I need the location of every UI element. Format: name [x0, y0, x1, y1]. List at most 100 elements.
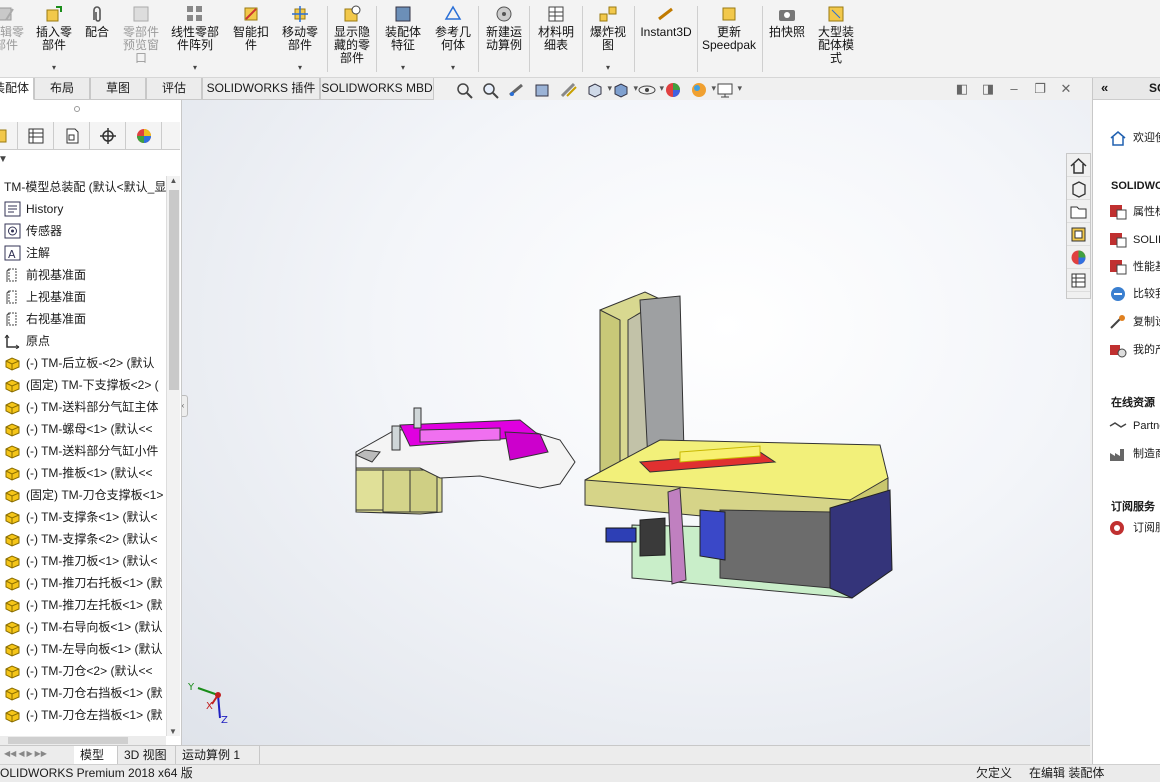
move-component-button[interactable]: 移动零 部件 ▾ [277, 4, 323, 76]
tile-right-icon[interactable]: ◨ [981, 82, 995, 96]
manufacturer-link[interactable]: 制造商 [1109, 444, 1160, 464]
tab-display-manager[interactable] [126, 122, 162, 150]
tab-sketch[interactable]: 草图 [90, 78, 146, 100]
tree-item[interactable]: (-) TM-刀仓左挡板<1> (默 [0, 704, 166, 726]
tree-item[interactable]: (-) TM-刀仓右挡板<1> (默 [0, 682, 166, 704]
home-icon[interactable] [1067, 154, 1090, 177]
chevron-down-icon[interactable]: ▾ [298, 63, 302, 72]
assembly-features-button[interactable]: 装配体 特征 ▾ [380, 4, 426, 76]
tree-item[interactable]: A 注解 [0, 242, 166, 264]
tab-assembly[interactable]: 装配体 [0, 78, 34, 100]
tree-item[interactable]: (-) TM-刀仓<2> (默认<< [0, 660, 166, 682]
tree-item[interactable]: 右视基准面 [0, 308, 166, 330]
chevron-down-icon[interactable]: ▾ [193, 63, 197, 72]
chevron-down-icon[interactable]: ▾ [401, 63, 405, 72]
previous-view-icon[interactable] [507, 81, 527, 99]
last-tab-icon[interactable]: ▶▶ [35, 749, 47, 758]
tab-evaluate[interactable]: 评估 [146, 78, 202, 100]
tree-vertical-scrollbar[interactable]: ▲ ▼ [166, 176, 180, 736]
scroll-thumb[interactable] [169, 190, 179, 390]
view-palette-icon[interactable] [1067, 223, 1090, 246]
chevron-down-icon[interactable]: ▾ [451, 63, 455, 72]
tree-item[interactable]: (-) TM-螺母<1> (默认<< [0, 418, 166, 440]
bill-of-materials-button[interactable]: 材料明 细表 [533, 4, 579, 76]
scroll-down-icon[interactable]: ▼ [169, 727, 177, 736]
tree-item[interactable]: (-) TM-右导向板<1> (默认 [0, 616, 166, 638]
take-snapshot-button[interactable]: 拍快照 [765, 4, 809, 76]
tree-root-assembly[interactable]: TM-模型总装配 (默认<默认_显 [0, 176, 166, 198]
tree-item[interactable]: 原点 [0, 330, 166, 352]
exploded-view-button[interactable]: 爆炸视 图 ▾ [585, 4, 631, 76]
section-view-icon[interactable] [533, 81, 553, 99]
tree-horizontal-scrollbar[interactable] [0, 736, 166, 745]
hide-show-items-icon[interactable] [637, 81, 664, 99]
tree-item[interactable]: (-) TM-推刀左托板<1> (默 [0, 594, 166, 616]
welcome-link[interactable]: 欢迎使 [1109, 128, 1160, 148]
first-tab-icon[interactable]: ◀◀ [4, 749, 16, 758]
tile-left-icon[interactable]: ◧ [955, 82, 969, 96]
subscription-link[interactable]: 订阅服 [1109, 518, 1160, 538]
tab-solidworks-mbd[interactable]: SOLIDWORKS MBD [320, 78, 434, 100]
view-settings-icon[interactable] [715, 81, 742, 99]
tool-link-3[interactable]: 性能基 [1109, 257, 1160, 277]
linear-pattern-button[interactable]: 线性零部 件阵列 ▾ [166, 4, 224, 76]
tree-filter-row[interactable]: ▼ [0, 152, 180, 172]
edit-appearance-icon[interactable] [663, 81, 683, 99]
panel-splitter-handle[interactable] [74, 106, 80, 112]
tree-item[interactable]: (-) TM-推刀板<1> (默认< [0, 550, 166, 572]
tool-link-5[interactable]: 复制设 [1109, 312, 1160, 332]
tree-item[interactable]: (-) TM-左导向板<1> (默认 [0, 638, 166, 660]
tree-item[interactable]: (-) TM-后立板-<2> (默认 [0, 352, 166, 374]
zoom-to-fit-icon[interactable] [455, 81, 475, 99]
collapse-task-pane-icon[interactable]: « [1101, 80, 1108, 95]
tab-solidworks-addins[interactable]: SOLIDWORKS 插件 [202, 78, 320, 100]
minimize-icon[interactable]: – [1007, 82, 1021, 96]
new-motion-study-button[interactable]: 新建运 动算例 [481, 4, 527, 76]
file-explorer-icon[interactable] [1067, 200, 1090, 223]
filter-icon[interactable]: ▼ [0, 154, 8, 165]
insert-component-button[interactable]: 插入零 部件 ▾ [32, 4, 76, 76]
tab-3d-views[interactable]: 3D 视图 [118, 746, 176, 765]
appearances-icon[interactable] [1067, 246, 1090, 269]
show-hidden-components-button[interactable]: 显示隐 藏的零 部件 [330, 4, 374, 76]
tree-item[interactable]: History [0, 198, 166, 220]
large-assembly-mode-button[interactable]: 大型装 配体模 式 [812, 4, 860, 76]
restore-icon[interactable]: ❐ [1033, 82, 1047, 96]
mate-button[interactable]: 配合 [82, 4, 112, 76]
partner-link[interactable]: Partne [1109, 416, 1160, 436]
dynamic-annotation-icon[interactable] [559, 81, 579, 99]
reference-geometry-button[interactable]: 参考几 何体 ▾ [430, 4, 476, 76]
tab-motion-study-1[interactable]: 运动算例 1 [176, 746, 260, 765]
zoom-to-area-icon[interactable] [481, 81, 501, 99]
tab-model[interactable]: 模型 [74, 746, 118, 765]
tree-item[interactable]: 前视基准面 [0, 264, 166, 286]
close-icon[interactable]: ✕ [1059, 82, 1073, 96]
tool-link-6[interactable]: 我的产 [1109, 340, 1160, 360]
tab-dimxpert-manager[interactable] [90, 122, 126, 150]
tree-item[interactable]: (固定) TM-下支撑板<2> ( [0, 374, 166, 396]
scroll-up-icon[interactable]: ▲ [167, 176, 180, 185]
instant3d-button[interactable]: Instant3D [638, 4, 694, 76]
smart-fasteners-button[interactable]: 智能扣 件 [229, 4, 273, 76]
tree-item[interactable]: (固定) TM-刀仓支撑板<1> [0, 484, 166, 506]
chevron-down-icon[interactable]: ▾ [52, 63, 56, 72]
component-preview-button[interactable]: 零部件 预览窗 口 [118, 4, 164, 76]
tree-item[interactable]: (-) TM-推刀右托板<1> (默 [0, 572, 166, 594]
tab-configuration-manager[interactable] [54, 122, 90, 150]
horizontal-scroll-thumb[interactable] [8, 737, 128, 744]
next-tab-icon[interactable]: ▶ [26, 749, 32, 758]
tree-item[interactable]: (-) TM-支撑条<1> (默认< [0, 506, 166, 528]
graphics-viewport[interactable]: ‹ [182, 100, 1090, 745]
apply-scene-icon[interactable] [689, 81, 716, 99]
tree-item[interactable]: (-) TM-送料部分气缸主体 [0, 396, 166, 418]
edit-component-button[interactable]: 编辑零 部件 [0, 4, 26, 76]
tool-link-2[interactable]: SOLID [1109, 230, 1160, 250]
update-speedpak-button[interactable]: 更新 Speedpak [700, 4, 758, 76]
tree-item[interactable]: 上视基准面 [0, 286, 166, 308]
tab-property-manager[interactable] [18, 122, 54, 150]
tool-link-4[interactable]: 比较我 [1109, 284, 1160, 304]
custom-properties-icon[interactable] [1067, 269, 1090, 292]
tree-item[interactable]: (-) TM-支撑条<2> (默认< [0, 528, 166, 550]
tab-layout[interactable]: 布局 [34, 78, 90, 100]
tab-feature-manager[interactable] [0, 122, 18, 150]
